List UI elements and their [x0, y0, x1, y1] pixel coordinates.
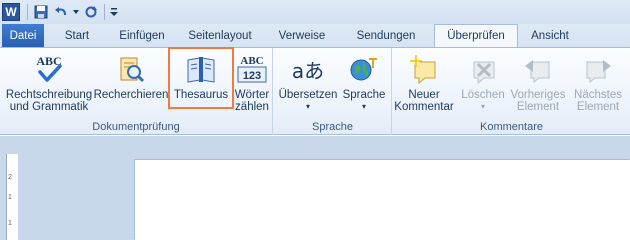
tab-start[interactable]: Start [44, 25, 110, 47]
quick-access-toolbar: W [0, 0, 630, 24]
tab-datei[interactable]: Datei [2, 24, 44, 47]
tab-verweise[interactable]: Verweise [266, 25, 338, 47]
language-button[interactable]: Sprache ▾ [340, 52, 388, 113]
ribbon-tabs: Datei Start Einfügen Seitenlayout Verwei… [0, 24, 630, 47]
tab-einfuegen[interactable]: Einfügen [110, 25, 174, 47]
delete-comment-button[interactable]: Löschen ▾ [457, 52, 509, 113]
next-comment-icon [581, 52, 615, 86]
tab-ansicht[interactable]: Ansicht [518, 25, 582, 47]
research-label: Recherchieren [93, 89, 169, 101]
qat-separator [104, 4, 105, 20]
group-sprache: aあ Übersetzen ▾ Sprache ▾ Sprache [274, 48, 392, 135]
customize-qat-icon[interactable] [110, 4, 118, 20]
ribbon: ABC Rechtschreibung und Grammatik Recher… [0, 47, 630, 135]
group-label-kommentare: Kommentare [480, 121, 543, 133]
language-label: Sprache [342, 89, 386, 101]
next-comment-label-line1: Nächstes [574, 89, 622, 101]
tab-sendungen[interactable]: Sendungen [338, 25, 434, 47]
language-icon [347, 52, 381, 86]
spelling-icon: ABC [32, 52, 66, 86]
research-button[interactable]: Recherchieren [93, 52, 169, 101]
save-icon[interactable] [33, 4, 49, 20]
undo-icon[interactable] [53, 4, 69, 20]
spelling-grammar-button[interactable]: ABC Rechtschreibung und Grammatik [4, 52, 94, 113]
next-comment-button[interactable]: Nächstes Element [569, 52, 627, 113]
vertical-ruler[interactable]: 2 1 1 [6, 154, 18, 240]
thesaurus-highlight-box [168, 47, 234, 109]
undo-dropdown-icon[interactable] [73, 4, 79, 20]
previous-comment-button[interactable]: Vorheriges Element [507, 52, 569, 113]
translate-dropdown-icon: ▾ [305, 102, 310, 111]
word-count-button[interactable]: ABC 123 Wörter zählen [232, 52, 272, 113]
previous-comment-icon [521, 52, 555, 86]
word-logo-icon[interactable]: W [2, 3, 20, 21]
research-icon [114, 52, 148, 86]
spelling-label-line2: und Grammatik [9, 101, 89, 113]
delete-comment-label: Löschen [461, 89, 505, 101]
new-comment-icon [407, 52, 441, 86]
delete-comment-icon [466, 52, 500, 86]
document-area: 2 1 1 [0, 136, 630, 240]
word-count-label-line2: zählen [235, 101, 269, 113]
previous-comment-label-line1: Vorheriges [510, 89, 566, 101]
translate-button[interactable]: aあ Übersetzen ▾ [278, 52, 338, 113]
document-page[interactable] [135, 160, 630, 240]
spelling-label-line1: Rechtschreibung [5, 89, 93, 101]
language-dropdown-icon: ▾ [361, 102, 366, 111]
group-label-sprache: Sprache [312, 121, 353, 133]
translate-icon: aあ [291, 52, 325, 86]
svg-text:aあ: aあ [292, 59, 324, 83]
next-comment-label-line2: Element [576, 101, 620, 113]
tab-ueberpruefen[interactable]: Überprüfen [434, 24, 518, 47]
tab-seitenlayout[interactable]: Seitenlayout [174, 25, 266, 47]
delete-dropdown-icon: ▾ [480, 102, 485, 111]
svg-text:ABC: ABC [240, 55, 263, 67]
translate-label: Übersetzen [278, 89, 338, 101]
word-count-icon: ABC 123 [235, 52, 269, 86]
group-kommentare: Neuer Kommentar Löschen ▾ Vorheriges Ele [393, 48, 630, 135]
new-comment-label-line2: Kommentar [394, 101, 454, 113]
redo-icon[interactable] [83, 4, 99, 20]
previous-comment-label-line2: Element [516, 101, 560, 113]
new-comment-button[interactable]: Neuer Kommentar [394, 52, 454, 113]
svg-text:123: 123 [243, 70, 261, 82]
qat-separator [27, 4, 28, 20]
group-label-dokumentpruefung: Dokumentprüfung [92, 121, 180, 133]
new-comment-label-line1: Neuer [408, 89, 440, 101]
ruler-mark: 1 [8, 220, 12, 227]
word-count-label-line1: Wörter [234, 89, 270, 101]
ruler-mark: 1 [8, 194, 12, 201]
ruler-mark: 2 [8, 174, 12, 181]
